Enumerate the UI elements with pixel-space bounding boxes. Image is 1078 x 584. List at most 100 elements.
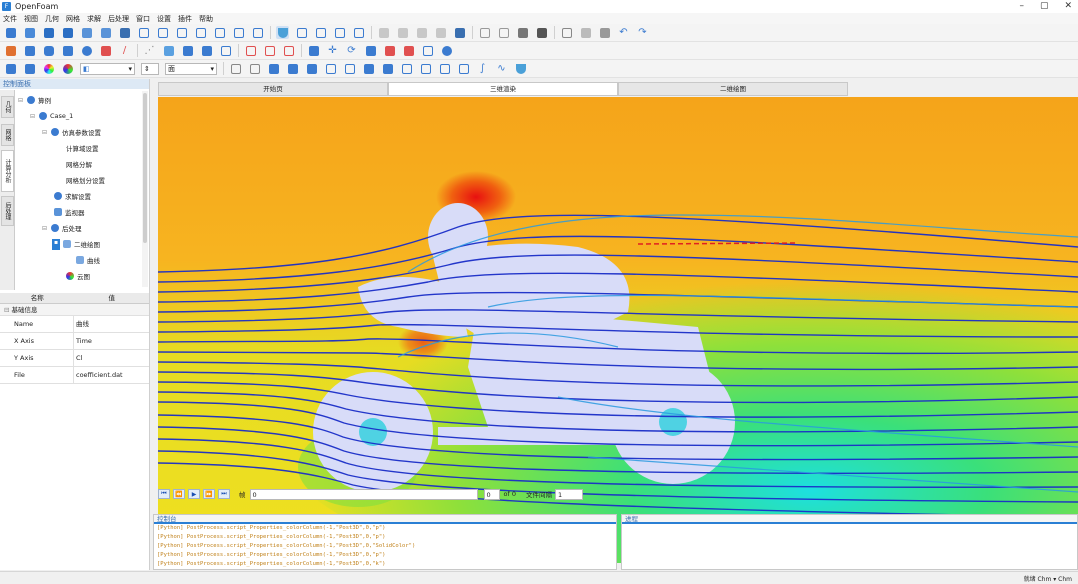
sweep-icon[interactable] <box>219 44 232 57</box>
open-folder-icon[interactable] <box>23 26 36 39</box>
prop-row[interactable]: X Axis Time <box>0 333 149 350</box>
show-icon[interactable] <box>598 26 611 39</box>
tab-3d-render[interactable]: 三维渲染 <box>388 82 618 96</box>
scalar-bar-icon[interactable] <box>438 62 451 75</box>
tree-item-2d-plot[interactable]: ▪ 二维绘图 <box>52 238 100 250</box>
tree-item-case[interactable]: ⊟ Case_1 <box>30 110 73 122</box>
boolean-common-icon[interactable] <box>282 44 295 57</box>
palette-icon[interactable] <box>61 62 74 75</box>
sketch-icon[interactable] <box>4 44 17 57</box>
vtab-mesh[interactable]: 网格 <box>1 124 14 146</box>
hide-icon[interactable] <box>579 26 592 39</box>
extrude-icon[interactable] <box>181 44 194 57</box>
annotation-icon[interactable] <box>419 62 432 75</box>
prop-row[interactable]: Name 曲线 <box>0 316 149 333</box>
menu-solve[interactable]: 求解 <box>87 14 101 24</box>
file-interval-spinbox[interactable]: 1 <box>554 488 583 500</box>
prop-value[interactable]: coefficient.dat <box>74 367 123 383</box>
redo-icon[interactable]: ↷ <box>636 26 649 39</box>
minimize-button[interactable]: – <box>1019 1 1024 11</box>
tree-item-curve[interactable]: 曲线 <box>76 254 100 266</box>
menu-geometry[interactable]: 几何 <box>45 14 59 24</box>
close-button[interactable]: ✕ <box>1064 1 1072 11</box>
point-icon[interactable] <box>99 44 112 57</box>
view-front-icon[interactable] <box>232 26 245 39</box>
select-body-icon[interactable] <box>352 26 365 39</box>
tree-item-sim-params[interactable]: ⊟ 仿真参数设置 <box>42 126 101 138</box>
tab-start[interactable]: 开始页 <box>158 82 388 96</box>
tree-item-meshing[interactable]: 网格划分设置 <box>66 174 105 186</box>
view-back-icon[interactable] <box>251 26 264 39</box>
color-wheel-icon[interactable] <box>42 62 55 75</box>
vtab-analysis[interactable]: 计算分析 <box>1 150 14 192</box>
rotate-icon[interactable]: ⟳ <box>345 44 358 57</box>
stream-tracer-icon[interactable] <box>324 62 337 75</box>
boolean-union-icon[interactable] <box>244 44 257 57</box>
chamfer-icon[interactable] <box>383 44 396 57</box>
tree-item-root[interactable]: ⊟ 算例 <box>18 94 51 106</box>
prop-row[interactable]: File coefficient.dat <box>0 367 149 384</box>
view-iso-icon[interactable] <box>213 26 226 39</box>
boolean-cut-icon[interactable] <box>263 44 276 57</box>
tree-item-contour[interactable]: 云图 <box>66 270 90 282</box>
sphere-icon[interactable] <box>80 44 93 57</box>
frame-input[interactable]: 0 <box>249 488 478 500</box>
tree-item-postprocess[interactable]: ⊟ 后处理 <box>42 222 82 234</box>
menu-view[interactable]: 视图 <box>24 14 38 24</box>
play-button[interactable]: ▶ <box>188 489 200 499</box>
menu-window[interactable]: 窗口 <box>136 14 150 24</box>
layer-icon[interactable] <box>434 26 447 39</box>
curve-icon[interactable]: ∫ <box>476 62 489 75</box>
measure-icon[interactable] <box>440 44 453 57</box>
calculator-icon[interactable] <box>118 26 131 39</box>
wave-icon[interactable]: ∿ <box>495 62 508 75</box>
export-icon[interactable] <box>99 26 112 39</box>
tree-scrollbar[interactable] <box>142 91 148 287</box>
shell-icon[interactable] <box>421 44 434 57</box>
plane-icon[interactable] <box>162 44 175 57</box>
select-edge-icon[interactable] <box>314 26 327 39</box>
prop-value[interactable]: 曲线 <box>74 316 89 332</box>
surface-icon[interactable] <box>516 26 529 39</box>
menu-mesh[interactable]: 网格 <box>66 14 80 24</box>
probe-icon[interactable] <box>229 62 242 75</box>
mirror-icon[interactable] <box>307 44 320 57</box>
axes-icon[interactable] <box>560 26 573 39</box>
first-frame-button[interactable]: ⏮ <box>158 489 170 499</box>
import-icon[interactable] <box>80 26 93 39</box>
wireframe-icon[interactable] <box>478 26 491 39</box>
cone-icon[interactable] <box>61 44 74 57</box>
undo-icon[interactable]: ↶ <box>617 26 630 39</box>
color-field-combo[interactable]: ⇕ <box>141 62 159 75</box>
filter-icon[interactable] <box>276 26 289 39</box>
prop-row[interactable]: Y Axis Cl <box>0 350 149 367</box>
cylinder-icon[interactable] <box>42 44 55 57</box>
cursor-icon[interactable] <box>377 26 390 39</box>
vtab-geometry[interactable]: 几何 <box>1 96 14 118</box>
glyph-icon[interactable] <box>305 62 318 75</box>
menu-postprocess[interactable]: 后处理 <box>108 14 129 24</box>
dashed-line-icon[interactable]: ⋰ <box>143 44 156 57</box>
save-icon[interactable] <box>42 26 55 39</box>
next-frame-button[interactable]: ⏩ <box>203 489 215 499</box>
funnel-icon[interactable] <box>514 62 527 75</box>
mesh-icon[interactable] <box>453 26 466 39</box>
prop-group-basic[interactable]: ⊟ 基础信息 <box>0 304 149 316</box>
tree-item-solver[interactable]: 求解设置 <box>54 190 91 202</box>
save-as-icon[interactable] <box>61 26 74 39</box>
clip-icon[interactable] <box>267 62 280 75</box>
text-icon[interactable] <box>400 62 413 75</box>
fillet-icon[interactable] <box>402 44 415 57</box>
tree-item-decompose[interactable]: 网格分解 <box>66 158 92 170</box>
move-icon[interactable]: ✛ <box>326 44 339 57</box>
calculator-filter-icon[interactable] <box>362 62 375 75</box>
box-icon[interactable] <box>23 44 36 57</box>
copy-icon[interactable] <box>396 26 409 39</box>
menu-settings[interactable]: 设置 <box>157 14 171 24</box>
frame-index-input[interactable]: 0 <box>483 488 500 500</box>
view-axis-x-icon[interactable] <box>156 26 169 39</box>
tab-2d-plot[interactable]: 二维绘图 <box>618 82 848 96</box>
select-face-icon[interactable] <box>333 26 346 39</box>
threshold-icon[interactable] <box>343 62 356 75</box>
render-style-combo[interactable]: 面 ▾ <box>165 62 217 75</box>
